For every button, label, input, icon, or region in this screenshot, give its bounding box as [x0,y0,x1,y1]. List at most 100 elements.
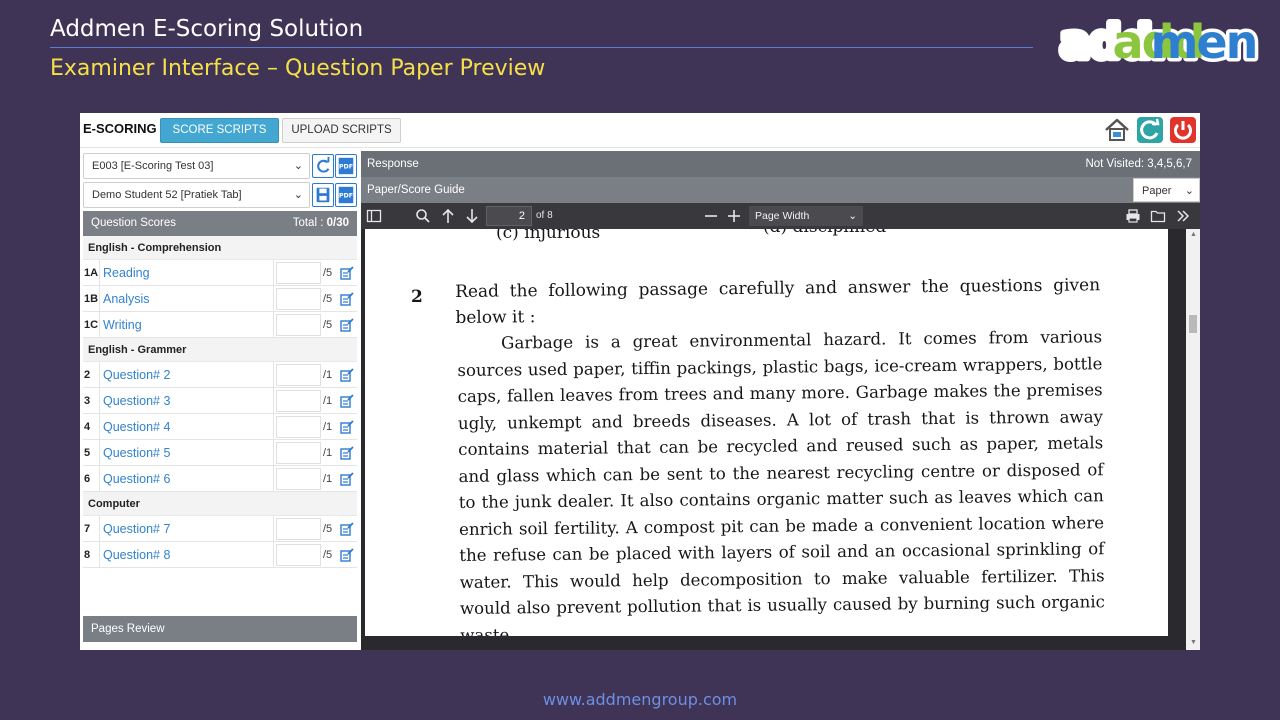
response-label: Response [367,158,419,170]
exam-select[interactable]: E003 [E-Scoring Test 03] ⌄ [83,153,310,179]
edit-note-icon[interactable] [340,266,354,280]
paper-select[interactable]: Paper ⌄ [1133,178,1200,202]
home-icon[interactable] [1103,116,1131,144]
question-row: 4 Question# 4/1 [83,414,357,440]
sidebar-toggle-icon[interactable] [366,207,382,225]
question-row: 6 Question# 6/1 [83,466,357,492]
save-icon[interactable] [312,183,334,207]
footer-url[interactable]: www.addmengroup.com [0,690,1280,709]
question-scores-list: English - Comprehension 1A Reading/5 1B Anal… [83,236,357,568]
question-row: 1A Reading/5 [83,260,357,286]
title-divider [50,47,1033,48]
section-header: Computer [83,492,357,516]
viewer-scrollbar[interactable]: ▲ ▼ [1186,229,1200,650]
score-input[interactable] [276,364,321,386]
question-number: 8 [84,549,91,561]
score-input[interactable] [276,442,321,464]
edit-note-icon[interactable] [340,522,354,536]
question-link[interactable]: Question# 6 [99,466,274,492]
search-icon[interactable] [415,207,431,225]
max-score: /5 [323,293,333,305]
question-row: 1C Writing/5 [83,312,357,338]
reload-icon[interactable] [312,154,334,178]
student-select-value: Demo Student 52 [Pratiek Tab] [92,189,242,201]
page-total: of 8 [536,210,553,221]
power-icon[interactable] [1169,116,1197,144]
question-link[interactable]: Question# 5 [99,440,274,466]
more-tools-icon[interactable] [1175,207,1191,225]
exam-select-value: E003 [E-Scoring Test 03] [92,160,214,172]
top-toolbar: E-SCORING SCORE SCRIPTS UPLOAD SCRIPTS [80,113,1200,148]
score-input[interactable] [276,390,321,412]
question-scores-label: Question Scores [91,217,177,229]
paper-score-guide-bar: Paper/Score Guide Paper ⌄ [361,177,1200,203]
app-brand: E-SCORING [83,121,157,136]
edit-note-icon[interactable] [340,368,354,382]
edit-note-icon[interactable] [340,394,354,408]
score-input[interactable] [276,416,321,438]
edit-note-icon[interactable] [340,292,354,306]
edit-note-icon[interactable] [340,548,354,562]
pdf-icon[interactable]: PDF [335,183,357,207]
next-page-icon[interactable] [464,207,480,225]
edit-note-icon[interactable] [340,472,354,486]
upload-scripts-button[interactable]: UPLOAD SCRIPTS [282,118,401,143]
max-score: /1 [323,447,333,459]
option-d-text: (d) disciplined [763,229,886,237]
pdf-icon[interactable]: PDF [335,154,357,178]
edit-note-icon[interactable] [340,420,354,434]
refresh-icon[interactable] [1136,116,1164,144]
zoom-select[interactable]: Page Width ⌄ [749,206,863,226]
max-score: /5 [323,523,333,535]
score-input[interactable] [276,262,321,284]
question-link[interactable]: Question# 8 [99,542,274,568]
score-input[interactable] [276,544,321,566]
score-input[interactable] [276,468,321,490]
question-number: 6 [84,473,91,485]
option-c-text: (c) injurious [496,229,601,243]
pages-review-header[interactable]: Pages Review [83,616,357,642]
student-select-row: Demo Student 52 [Pratiek Tab] ⌄ PDF [83,182,357,208]
previous-page-icon[interactable] [440,207,456,225]
print-icon[interactable] [1125,207,1141,225]
score-input[interactable] [276,518,321,540]
pdf-viewer[interactable]: (c) injurious (d) disciplined 2 Read the… [361,229,1200,650]
paper-select-value: Paper [1142,185,1172,197]
scroll-up-icon[interactable]: ▲ [1190,231,1197,238]
question-link[interactable]: Question# 2 [99,362,274,388]
slide-subtitle: Examiner Interface – Question Paper Prev… [50,56,546,81]
section-header: English - Grammer [83,338,357,362]
zoom-out-icon[interactable] [703,207,719,225]
left-panel: E003 [E-Scoring Test 03] ⌄ PDF Demo Stud… [83,153,357,642]
score-input[interactable] [276,314,321,336]
edit-note-icon[interactable] [340,318,354,332]
open-file-icon[interactable] [1150,207,1166,225]
question-number: 2 [84,369,91,381]
question-number: 2 [411,287,423,307]
question-row: 8 Question# 8/5 [83,542,357,568]
zoom-in-icon[interactable] [726,207,742,225]
escoring-app: E-SCORING SCORE SCRIPTS UPLOAD SCRIPTS E… [80,113,1200,650]
scrollbar-thumb[interactable] [1189,315,1197,333]
question-row: 5 Question# 5/1 [83,440,357,466]
question-link[interactable]: Question# 7 [99,516,274,542]
question-link[interactable]: Reading [99,260,274,286]
exam-select-row: E003 [E-Scoring Test 03] ⌄ PDF [83,153,357,179]
max-score: /5 [323,267,333,279]
guide-label: Paper/Score Guide [367,184,465,196]
max-score: /1 [323,473,333,485]
score-scripts-button[interactable]: SCORE SCRIPTS [160,118,279,143]
score-input[interactable] [276,288,321,310]
student-select[interactable]: Demo Student 52 [Pratiek Tab] ⌄ [83,182,310,208]
question-number: 4 [84,421,91,433]
scroll-down-icon[interactable]: ▼ [1190,639,1197,646]
page-number-input[interactable]: 2 [486,206,532,226]
question-link[interactable]: Analysis [99,286,274,312]
question-link[interactable]: Question# 3 [99,388,274,414]
edit-note-icon[interactable] [340,446,354,460]
question-link[interactable]: Question# 4 [99,414,274,440]
question-link[interactable]: Writing [99,312,274,338]
not-visited-status: Not Visited: 3,4,5,6,7 [1085,158,1192,170]
chevron-down-icon: ⌄ [293,189,303,201]
pdf-page: (c) injurious (d) disciplined 2 Read the… [365,229,1168,636]
